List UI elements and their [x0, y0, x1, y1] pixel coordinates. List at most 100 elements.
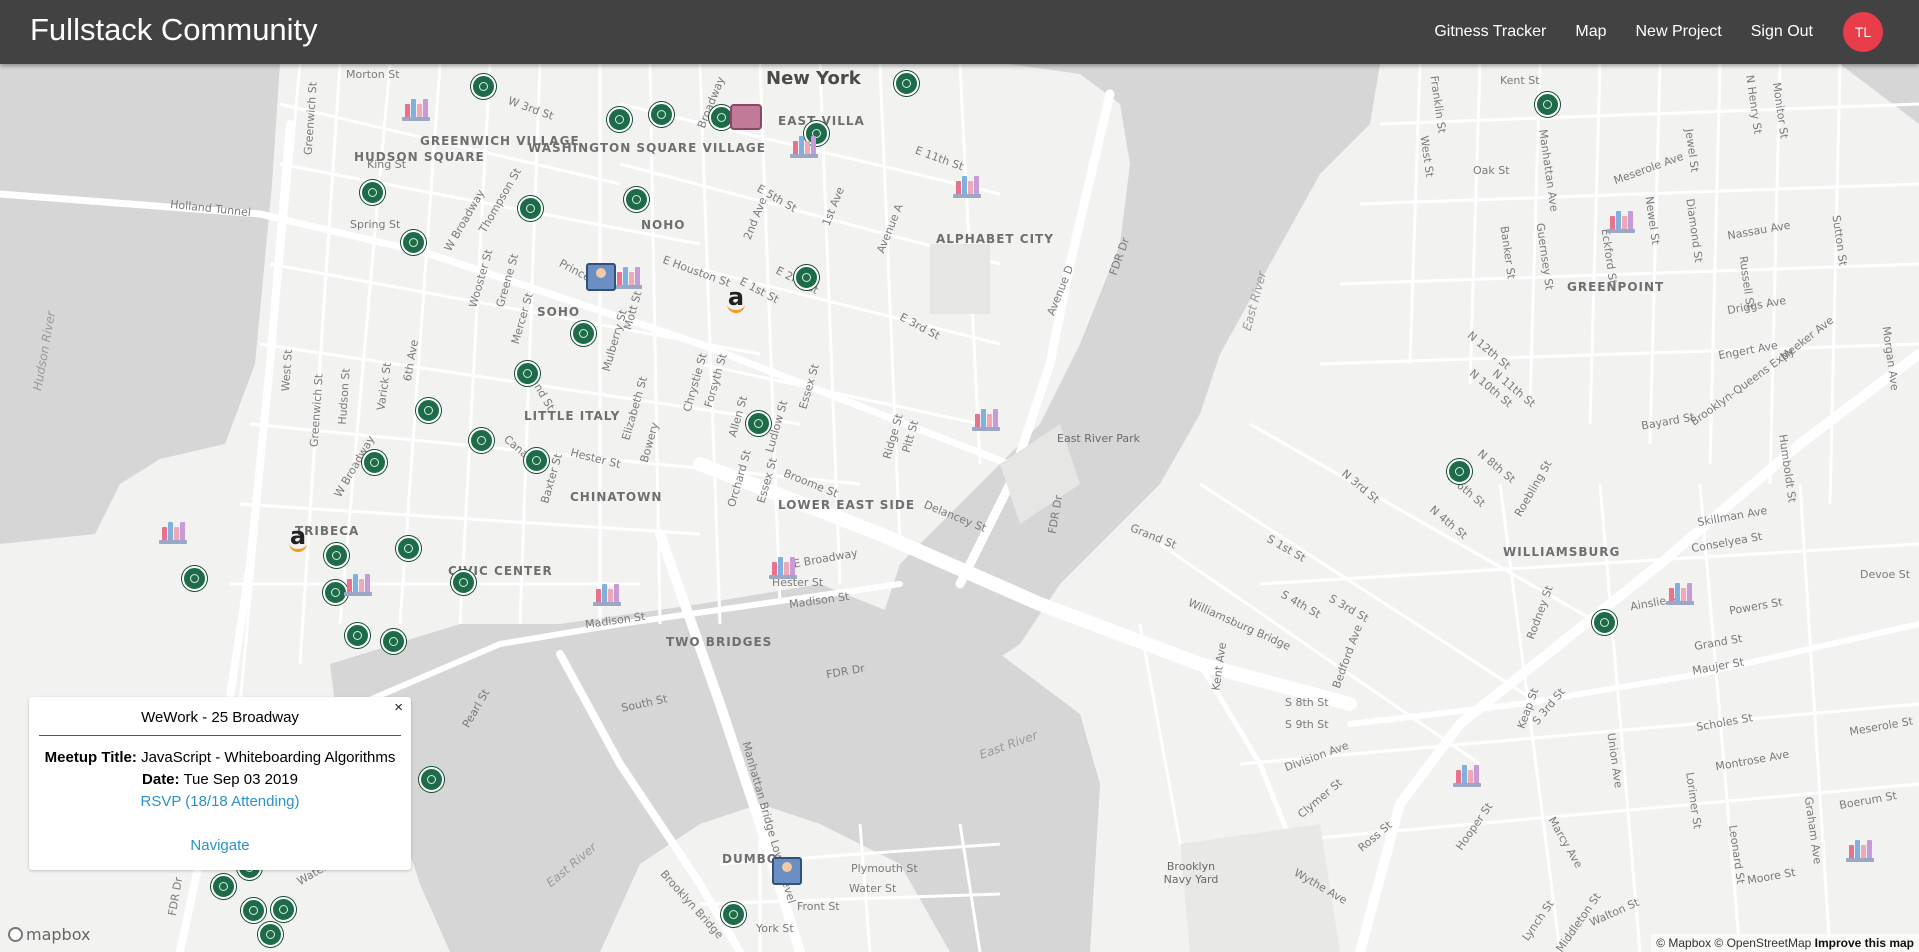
starbucks-marker-icon[interactable] [241, 898, 266, 923]
library-marker-icon[interactable] [159, 518, 187, 544]
starbucks-marker-icon[interactable] [211, 874, 236, 899]
nav-links: Gitness Tracker Map New Project Sign Out… [1405, 0, 1883, 64]
library-marker-icon[interactable] [972, 405, 1000, 431]
starbucks-marker-icon[interactable] [345, 623, 370, 648]
starbucks-marker-icon[interactable] [746, 411, 771, 436]
nav-sign-out[interactable]: Sign Out [1751, 23, 1813, 41]
library-marker-icon[interactable] [1607, 207, 1635, 233]
starbucks-marker-icon[interactable] [607, 107, 632, 132]
starbucks-marker-icon[interactable] [794, 265, 819, 290]
starbucks-marker-icon[interactable] [1535, 92, 1560, 117]
book-shape [799, 136, 804, 155]
book-shape [1622, 216, 1627, 230]
starbucks-marker-icon[interactable] [416, 398, 441, 423]
shelf-shape [1666, 601, 1694, 605]
library-marker-icon[interactable] [593, 580, 621, 606]
starbucks-marker-icon[interactable] [894, 71, 919, 96]
book-shape [987, 414, 992, 428]
popup-venue-title: WeWork - 25 Broadway [141, 709, 299, 726]
starbucks-marker-icon[interactable] [624, 187, 649, 212]
starbucks-marker-icon[interactable] [1447, 459, 1472, 484]
library-marker-icon[interactable] [1666, 579, 1694, 605]
popup-meetup-value: JavaScript - Whiteboarding Algorithms [141, 749, 396, 766]
starbucks-marker-icon[interactable] [1592, 610, 1617, 635]
popup-rsvp-link[interactable]: RSVP (18/18 Attending) [29, 793, 411, 810]
popup-meetup-label: Meetup Title: [44, 749, 137, 766]
book-shape [1628, 211, 1633, 230]
book-shape [1610, 216, 1615, 230]
starbucks-marker-icon[interactable] [360, 180, 385, 205]
book-shape [975, 414, 980, 428]
book-shape [623, 267, 628, 286]
manhattan-street-grid [230, 64, 1001, 705]
mapbox-logo[interactable]: mapbox [8, 925, 90, 944]
starbucks-marker-icon[interactable] [381, 629, 406, 654]
book-shape [981, 409, 986, 428]
library-marker-icon[interactable] [1846, 836, 1874, 862]
office-marker-icon[interactable] [730, 104, 762, 130]
starbucks-marker-icon[interactable] [515, 361, 540, 386]
book-shape [405, 104, 410, 118]
popup-navigate-link[interactable]: Navigate [29, 837, 411, 854]
book-shape [629, 272, 634, 286]
grand-st-bk-road [1347, 621, 1919, 727]
starbucks-marker-icon[interactable] [396, 536, 421, 561]
book-shape [1681, 588, 1686, 602]
brand-title[interactable]: Fullstack Community [30, 12, 318, 48]
starbucks-marker-icon[interactable] [182, 566, 207, 591]
book-shape [168, 522, 173, 541]
nav-new-project[interactable]: New Project [1635, 23, 1721, 41]
starbucks-marker-icon[interactable] [469, 428, 494, 453]
library-marker-icon[interactable] [790, 132, 818, 158]
book-shape [608, 589, 613, 603]
starbucks-marker-icon[interactable] [524, 448, 549, 473]
starbucks-marker-icon[interactable] [721, 902, 746, 927]
book-shape [423, 99, 428, 118]
amazon-marker-icon[interactable]: a [283, 524, 313, 554]
starbucks-marker-icon[interactable] [401, 230, 426, 255]
library-marker-icon[interactable] [344, 570, 372, 596]
library-marker-icon[interactable] [769, 553, 797, 579]
library-marker-icon[interactable] [953, 172, 981, 198]
navy-yard-area [1180, 824, 1340, 952]
attribution-text[interactable]: © Mapbox © OpenStreetMap [1656, 936, 1811, 950]
book-shape [1867, 840, 1872, 859]
book-shape [974, 176, 979, 195]
starbucks-marker-icon[interactable] [362, 450, 387, 475]
shelf-shape [344, 592, 372, 596]
book-shape [772, 562, 777, 576]
starbucks-marker-icon[interactable] [571, 321, 596, 346]
user-avatar[interactable]: TL [1843, 12, 1883, 52]
nav-map[interactable]: Map [1575, 23, 1606, 41]
starbucks-marker-icon[interactable] [324, 543, 349, 568]
improve-map-link[interactable]: Improve this map [1815, 936, 1914, 950]
nav-gitness-tracker[interactable]: Gitness Tracker [1434, 23, 1546, 41]
starbucks-marker-icon[interactable] [258, 922, 283, 947]
book-shape [962, 176, 967, 195]
book-shape [347, 579, 352, 593]
starbucks-marker-icon[interactable] [471, 74, 496, 99]
book-shape [411, 99, 416, 118]
library-marker-icon[interactable] [1453, 761, 1481, 787]
popup-divider [39, 735, 401, 736]
coworking-marker-icon[interactable] [586, 263, 616, 291]
tompkins-block [930, 244, 990, 314]
map-attribution: © Mapbox © OpenStreetMap Improve this ma… [1651, 934, 1919, 952]
library-marker-icon[interactable] [402, 95, 430, 121]
starbucks-marker-icon[interactable] [649, 102, 674, 127]
library-marker-icon[interactable] [614, 263, 642, 289]
book-shape [793, 141, 798, 155]
book-shape [359, 579, 364, 593]
starbucks-marker-icon[interactable] [271, 897, 296, 922]
shelf-shape [402, 117, 430, 121]
map-canvas[interactable]: New York GREENWICH VILLAGE WASHINGTON SQ… [0, 64, 1919, 952]
book-shape [805, 141, 810, 155]
coworking-marker-icon[interactable] [772, 857, 802, 885]
starbucks-marker-icon[interactable] [451, 570, 476, 595]
starbucks-marker-icon[interactable] [518, 196, 543, 221]
amazon-marker-icon[interactable]: a [721, 285, 751, 315]
starbucks-marker-icon[interactable] [419, 767, 444, 792]
shelf-shape [614, 285, 642, 289]
shelf-shape [972, 427, 1000, 431]
venue-popup: × WeWork - 25 Broadway Meetup Title: Jav… [29, 697, 411, 870]
